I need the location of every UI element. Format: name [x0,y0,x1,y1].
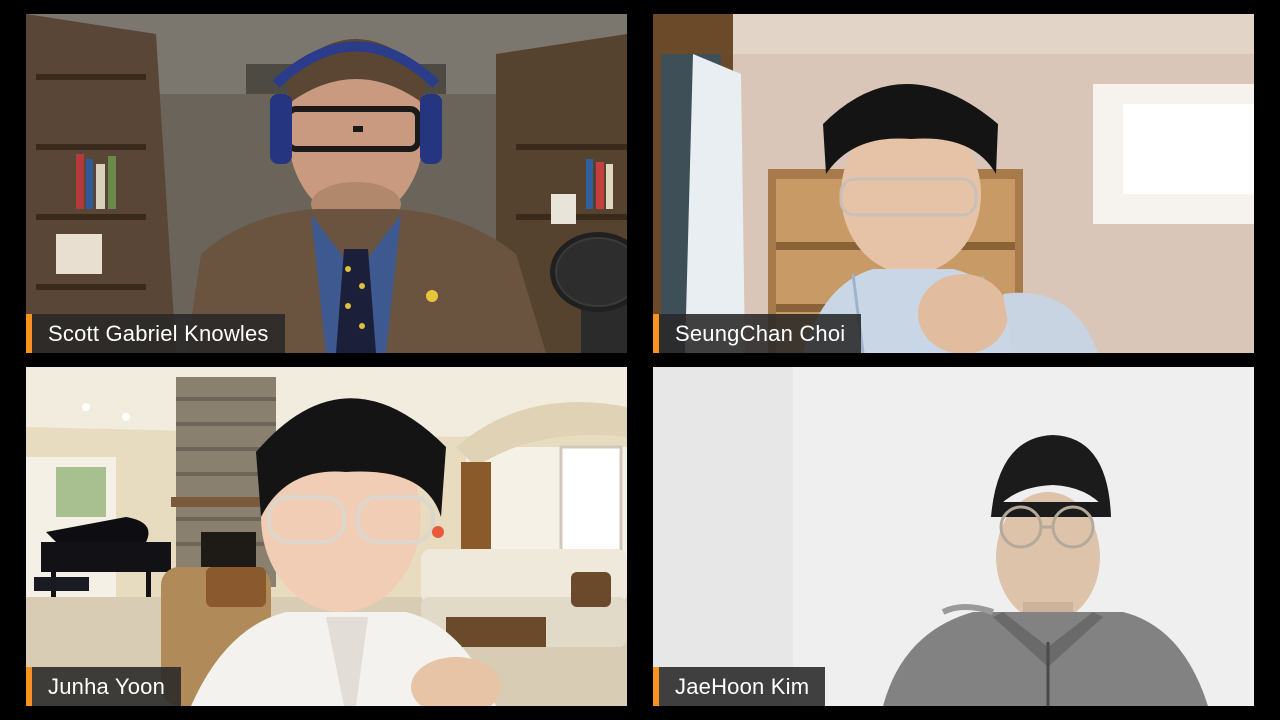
participant-name: Junha Yoon [48,673,166,699]
participant-nameplate: SeungChan Choi [653,314,862,353]
participant-name: SeungChan Choi [675,320,846,346]
participant-video-living-room [26,367,627,706]
participant-nameplate: Scott Gabriel Knowles [26,314,285,353]
participant-tile-1[interactable]: Scott Gabriel Knowles [26,14,627,353]
video-call-grid: Scott Gabriel Knowles SeungChan Choi Jun… [0,0,1280,720]
participant-video-white-wall [653,367,1254,706]
participant-name: JaeHoon Kim [675,673,810,699]
participant-name: Scott Gabriel Knowles [48,320,269,346]
participant-video-library [26,14,627,353]
speaker-accent-bar [653,314,659,353]
speaker-accent-bar [26,667,32,706]
participant-video-room [653,14,1254,353]
participant-tile-3[interactable]: Junha Yoon [26,367,627,706]
participant-tile-2[interactable]: SeungChan Choi [653,14,1254,353]
participant-nameplate: Junha Yoon [26,667,182,706]
speaker-accent-bar [653,667,659,706]
participant-tile-4[interactable]: JaeHoon Kim [653,367,1254,706]
speaker-accent-bar [26,314,32,353]
participant-nameplate: JaeHoon Kim [653,667,826,706]
